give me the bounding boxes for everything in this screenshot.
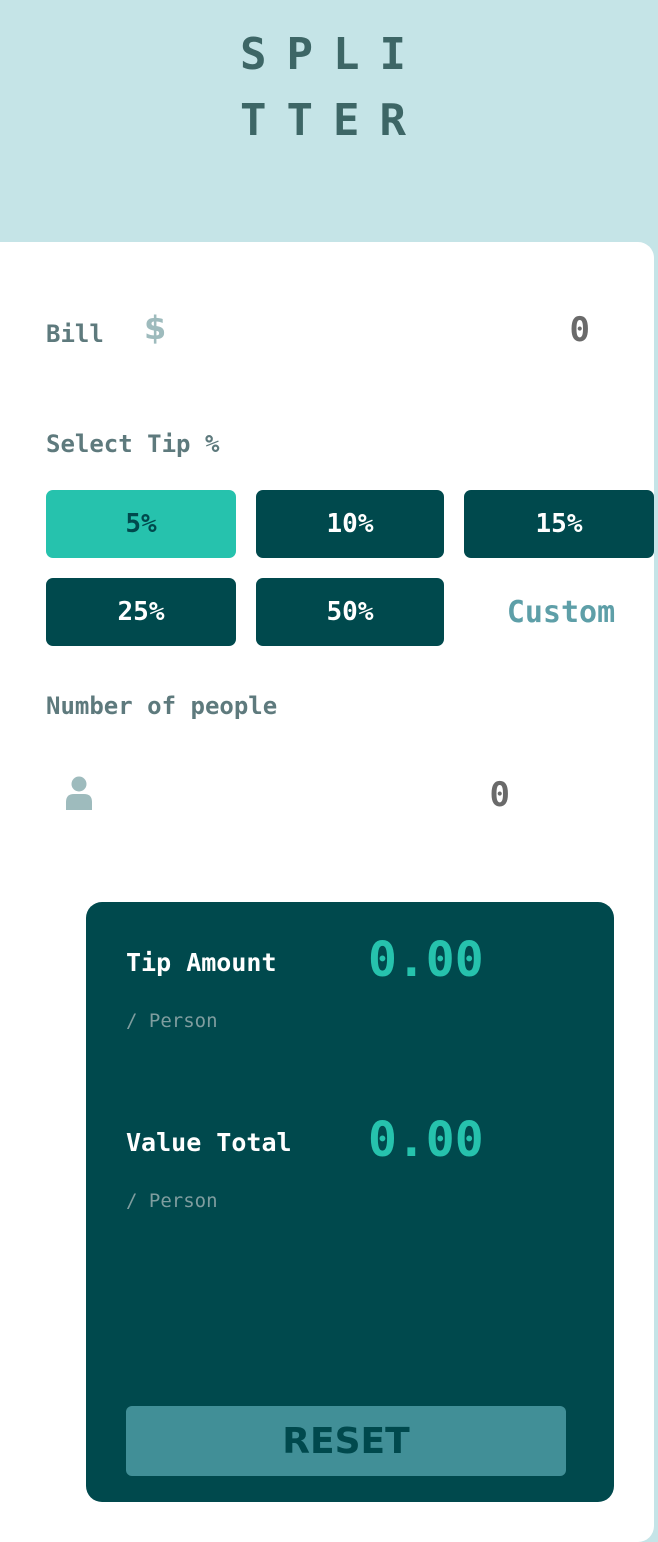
custom-tip-input[interactable]: Custom [466, 578, 656, 646]
tip-button-50[interactable]: 50% [256, 578, 444, 646]
bill-input[interactable]: 0 [540, 310, 590, 350]
people-label: Number of people [46, 692, 278, 720]
total-per-person: / Person [126, 1190, 218, 1212]
tip-amount-label: Tip Amount [126, 948, 277, 977]
bill-label: Bill [46, 320, 104, 348]
scroll-edge-lower [654, 646, 658, 1526]
tip-button-15[interactable]: 15% [464, 490, 654, 558]
select-tip-label: Select Tip % [46, 430, 220, 458]
tip-button-25[interactable]: 25% [46, 578, 236, 646]
total-label: Value Total [126, 1128, 292, 1157]
result-panel: Tip Amount / Person 0.00 Value Total / P… [86, 902, 614, 1502]
people-input[interactable]: 0 [460, 775, 510, 815]
tip-amount-per-person: / Person [126, 1010, 218, 1032]
app-logo: SPLI TTER [0, 22, 658, 154]
logo-line-1: SPLI [240, 29, 426, 80]
scroll-edge [654, 242, 658, 578]
reset-button[interactable]: RESET [126, 1406, 566, 1476]
logo-line-2: TTER [240, 95, 426, 146]
tip-button-10[interactable]: 10% [256, 490, 444, 558]
total-value: 0.00 [368, 1112, 484, 1168]
person-icon [66, 776, 92, 810]
calculator-card: Bill $ 0 Select Tip % 5% 10% 15% 25% 50%… [0, 242, 654, 1542]
tip-amount-value: 0.00 [368, 932, 484, 988]
dollar-icon: $ [144, 309, 167, 347]
tip-button-5[interactable]: 5% [46, 490, 236, 558]
